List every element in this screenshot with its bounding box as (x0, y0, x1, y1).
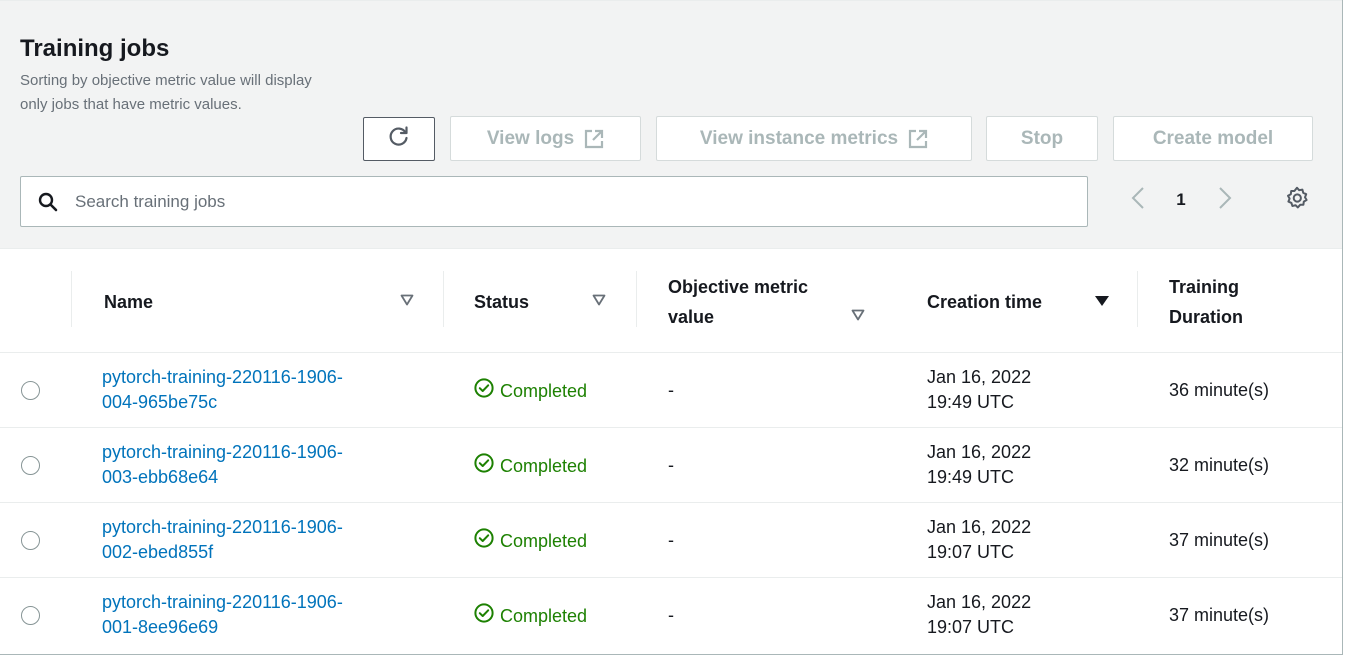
row-select-radio[interactable] (21, 531, 40, 550)
external-link-icon (584, 129, 604, 149)
creation-date: Jan 16, 2022 (927, 367, 1032, 387)
objective-metric-value: - (668, 380, 674, 400)
external-link-icon (908, 129, 928, 149)
view-instance-metrics-button[interactable]: View instance metrics (656, 116, 972, 161)
search-input[interactable] (75, 181, 1055, 222)
chevron-right-icon (1218, 186, 1232, 215)
table-header-area: Training jobs Sorting by objective metri… (0, 0, 1342, 249)
column-separator (71, 271, 72, 327)
table-column-headers: Name Status Objective metric value Creat… (0, 250, 1342, 353)
table-row[interactable]: pytorch-training-220116-1906- 003-ebb68e… (0, 428, 1342, 503)
refresh-button[interactable] (363, 117, 435, 161)
sort-caret-icon[interactable] (592, 294, 606, 306)
status-text: Completed (500, 531, 588, 551)
job-name-line: 001-8ee96e69 (102, 617, 219, 637)
status-indicator: Completed (474, 453, 587, 480)
check-circle-icon (474, 378, 494, 405)
job-name-line: pytorch-training-220116-1906- (102, 592, 343, 612)
table-row[interactable]: pytorch-training-220116-1906- 001-8ee96e… (0, 578, 1342, 653)
job-name-line: 004-965be75c (102, 392, 218, 412)
column-header-creation-time[interactable]: Creation time (927, 250, 1042, 353)
previous-page-button[interactable] (1125, 184, 1151, 216)
search-icon (21, 192, 75, 212)
training-job-name-link[interactable]: pytorch-training-220116-1906- 001-8ee96e… (102, 590, 343, 640)
column-separator (1137, 271, 1138, 327)
job-name-line: 002-ebed855f (102, 542, 214, 562)
column-separator (443, 271, 444, 327)
view-logs-button[interactable]: View logs (450, 116, 641, 161)
row-select-radio[interactable] (21, 456, 40, 475)
view-instance-metrics-label: View instance metrics (699, 127, 899, 149)
job-name-line: 003-ebb68e64 (102, 467, 219, 487)
page-title: Training jobs (20, 35, 170, 62)
table-row[interactable]: pytorch-training-220116-1906- 004-965be7… (0, 353, 1342, 428)
sort-description: Sorting by objective metric value will d… (20, 72, 312, 113)
training-job-name-link[interactable]: pytorch-training-220116-1906- 003-ebb68e… (102, 440, 343, 490)
creation-date: Jan 16, 2022 (927, 517, 1032, 537)
check-circle-icon (474, 603, 494, 630)
creation-clock: 19:07 UTC (927, 542, 1015, 562)
training-duration: 37 minute(s) (1169, 530, 1270, 550)
row-select-radio[interactable] (21, 381, 40, 400)
status-indicator: Completed (474, 603, 587, 630)
status-indicator: Completed (474, 378, 587, 405)
status-text: Completed (500, 456, 588, 476)
page-number-1[interactable]: 1 (1170, 184, 1192, 216)
table-row[interactable]: pytorch-training-220116-1906- 002-ebed85… (0, 503, 1342, 578)
creation-date: Jan 16, 2022 (927, 442, 1032, 462)
creation-time: Jan 16, 2022 19:49 UTC (927, 365, 1031, 415)
preferences-button[interactable] (1282, 185, 1312, 215)
training-duration: 37 minute(s) (1169, 605, 1270, 625)
chevron-left-icon (1131, 186, 1145, 215)
create-model-button[interactable]: Create model (1113, 116, 1313, 161)
status-indicator: Completed (474, 528, 587, 555)
objective-metric-value: - (668, 455, 674, 475)
creation-date: Jan 16, 2022 (927, 592, 1032, 612)
training-jobs-panel: Training jobs Sorting by objective metri… (0, 0, 1343, 655)
column-separator (636, 271, 637, 327)
next-page-button[interactable] (1212, 184, 1238, 216)
status-text: Completed (500, 381, 588, 401)
search-box[interactable] (20, 176, 1088, 227)
job-name-line: pytorch-training-220116-1906- (102, 517, 343, 537)
training-job-name-link[interactable]: pytorch-training-220116-1906- 004-965be7… (102, 365, 343, 415)
creation-time: Jan 16, 2022 19:49 UTC (927, 440, 1031, 490)
column-header-training-duration[interactable]: Training Duration (1169, 250, 1279, 353)
row-select-radio[interactable] (21, 606, 40, 625)
sort-caret-icon[interactable] (851, 309, 865, 321)
creation-clock: 19:07 UTC (927, 617, 1015, 637)
objective-metric-value: - (668, 605, 674, 625)
job-name-line: pytorch-training-220116-1906- (102, 442, 343, 462)
training-duration: 32 minute(s) (1169, 455, 1270, 475)
check-circle-icon (474, 528, 494, 555)
stop-button[interactable]: Stop (986, 116, 1098, 161)
creation-clock: 19:49 UTC (927, 392, 1015, 412)
gear-icon (1285, 186, 1309, 215)
job-name-line: pytorch-training-220116-1906- (102, 367, 343, 387)
column-header-name[interactable]: Name (104, 250, 153, 353)
creation-clock: 19:49 UTC (927, 467, 1015, 487)
creation-time: Jan 16, 2022 19:07 UTC (927, 590, 1031, 640)
training-job-name-link[interactable]: pytorch-training-220116-1906- 002-ebed85… (102, 515, 343, 565)
view-logs-label: View logs (486, 127, 575, 149)
sort-descending-icon[interactable] (1094, 295, 1110, 307)
check-circle-icon (474, 453, 494, 480)
refresh-icon (388, 125, 410, 153)
creation-time: Jan 16, 2022 19:07 UTC (927, 515, 1031, 565)
status-text: Completed (500, 606, 588, 626)
sort-caret-icon[interactable] (400, 294, 414, 306)
column-header-objective-metric-value[interactable]: Objective metric value (668, 250, 848, 353)
objective-metric-value: - (668, 530, 674, 550)
training-duration: 36 minute(s) (1169, 380, 1270, 400)
column-header-status[interactable]: Status (474, 250, 529, 353)
